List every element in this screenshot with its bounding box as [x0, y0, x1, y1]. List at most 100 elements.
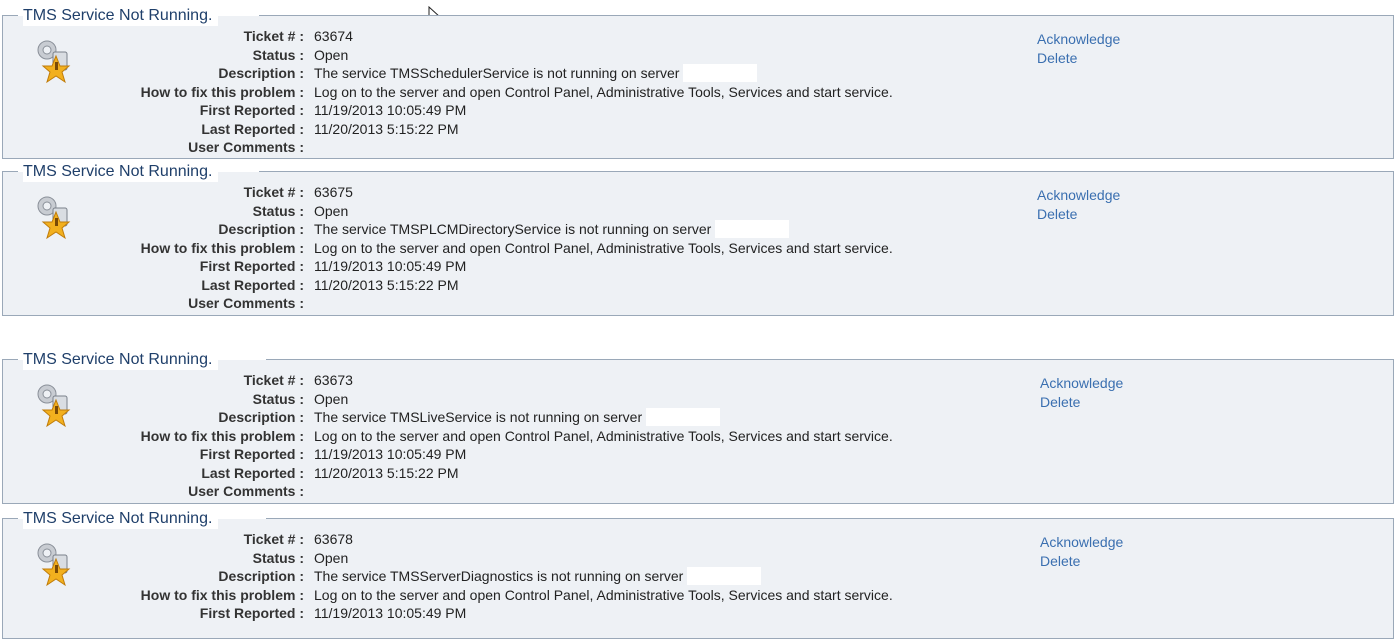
label-first-reported: First Reported : [199, 102, 304, 118]
ticket-first-reported: 11/19/2013 10:05:49 PM [314, 258, 467, 274]
divider [259, 15, 1394, 16]
label-how-to-fix: How to fix this problem : [140, 83, 304, 100]
label-user-comments: User Comments : [188, 139, 304, 155]
panel-header: TMS Service Not Running. [2, 350, 1394, 370]
label-ticket: Ticket # : [243, 372, 304, 388]
label-how-to-fix: How to fix this problem : [140, 239, 304, 256]
field-labels: Ticket # : Status : Description : How to… [3, 27, 304, 157]
field-values: 63675 Open The service TMSPLCMDirectoryS… [314, 183, 893, 313]
delete-link[interactable]: Delete [1040, 393, 1123, 412]
ticket-fix-instructions: Log on to the server and open Control Pa… [314, 586, 893, 603]
label-user-comments: User Comments : [188, 295, 304, 311]
divider [259, 171, 1394, 172]
acknowledge-link[interactable]: Acknowledge [1037, 30, 1120, 49]
ticket-number: 63678 [314, 531, 353, 547]
delete-link[interactable]: Delete [1040, 552, 1123, 571]
ticket-panel: TMS Service Not Running. Ticket # : Stat… [2, 509, 1394, 639]
ticket-description: The service TMSSchedulerService is not r… [314, 64, 893, 83]
label-status: Status : [252, 46, 304, 63]
ticket-fix-instructions: Log on to the server and open Control Pa… [314, 239, 893, 256]
redacted-server-name [715, 220, 790, 238]
ticket-number: 63673 [314, 372, 353, 388]
description-text: The service TMSLiveService is not runnin… [314, 409, 643, 425]
description-text: The service TMSPLCMDirectoryService is n… [314, 221, 712, 237]
label-last-reported: Last Reported : [201, 464, 304, 481]
ticket-first-reported: 11/19/2013 10:05:49 PM [314, 605, 467, 621]
ticket-description: The service TMSLiveService is not runnin… [314, 408, 893, 427]
panel-header: TMS Service Not Running. [2, 6, 1394, 26]
ticket-user-comments [314, 482, 893, 501]
delete-link[interactable]: Delete [1037, 49, 1120, 68]
ticket-status: Open [314, 202, 349, 219]
ticket-actions: Acknowledge Delete [1040, 533, 1123, 570]
divider [2, 359, 18, 360]
ticket-description: The service TMSServerDiagnostics is not … [314, 567, 893, 586]
field-values: 63678 Open The service TMSServerDiagnost… [314, 530, 893, 623]
ticket-last-reported: 11/20/2013 5:15:22 PM [314, 464, 459, 481]
label-description: Description : [218, 568, 304, 584]
ticket-title: TMS Service Not Running. [23, 509, 219, 529]
ticket-last-reported: 11/20/2013 5:15:22 PM [314, 120, 459, 137]
ticket-number: 63675 [314, 184, 353, 200]
field-labels: Ticket # : Status : Description : How to… [3, 530, 304, 623]
ticket-fix-instructions: Log on to the server and open Control Pa… [314, 83, 893, 100]
ticket-description: The service TMSPLCMDirectoryService is n… [314, 220, 893, 239]
panel-header: TMS Service Not Running. [2, 509, 1394, 529]
ticket-actions: Acknowledge Delete [1040, 374, 1123, 411]
label-last-reported: Last Reported : [201, 120, 304, 137]
ticket-panel: TMS Service Not Running. Ticket # : Stat… [2, 162, 1394, 316]
label-how-to-fix: How to fix this problem : [140, 586, 304, 603]
label-status: Status : [252, 549, 304, 566]
ticket-title: TMS Service Not Running. [23, 350, 219, 370]
label-user-comments: User Comments : [188, 483, 304, 499]
ticket-panel: TMS Service Not Running. Ticket # : Stat… [2, 6, 1394, 159]
label-description: Description : [218, 409, 304, 425]
ticket-first-reported: 11/19/2013 10:05:49 PM [314, 102, 467, 118]
ticket-user-comments [314, 294, 893, 313]
acknowledge-link[interactable]: Acknowledge [1040, 374, 1123, 393]
description-text: The service TMSSchedulerService is not r… [314, 65, 680, 81]
field-values: 63673 Open The service TMSLiveService is… [314, 371, 893, 501]
label-first-reported: First Reported : [199, 605, 304, 621]
field-values: 63674 Open The service TMSSchedulerServi… [314, 27, 893, 157]
label-ticket: Ticket # : [243, 531, 304, 547]
field-labels: Ticket # : Status : Description : How to… [3, 183, 304, 313]
redacted-server-name [646, 408, 721, 426]
ticket-title: TMS Service Not Running. [23, 162, 219, 182]
description-text: The service TMSServerDiagnostics is not … [314, 568, 684, 584]
divider [2, 171, 18, 172]
ticket-actions: Acknowledge Delete [1037, 30, 1120, 67]
divider [266, 518, 1394, 519]
label-status: Status : [252, 390, 304, 407]
label-status: Status : [252, 202, 304, 219]
redacted-server-name [683, 64, 758, 82]
ticket-last-reported: 11/20/2013 5:15:22 PM [314, 276, 459, 293]
field-labels: Ticket # : Status : Description : How to… [3, 371, 304, 501]
ticket-user-comments [314, 138, 893, 157]
ticket-status: Open [314, 549, 349, 566]
ticket-first-reported: 11/19/2013 10:05:49 PM [314, 446, 467, 462]
divider [2, 15, 18, 16]
ticket-fix-instructions: Log on to the server and open Control Pa… [314, 427, 893, 444]
ticket-title: TMS Service Not Running. [23, 6, 219, 26]
label-how-to-fix: How to fix this problem : [140, 427, 304, 444]
divider [2, 518, 18, 519]
redacted-server-name [687, 567, 762, 585]
ticket-actions: Acknowledge Delete [1037, 186, 1120, 223]
panel-header: TMS Service Not Running. [2, 162, 1394, 182]
label-first-reported: First Reported : [199, 446, 304, 462]
label-first-reported: First Reported : [199, 258, 304, 274]
ticket-status: Open [314, 390, 349, 407]
label-description: Description : [218, 65, 304, 81]
acknowledge-link[interactable]: Acknowledge [1037, 186, 1120, 205]
label-last-reported: Last Reported : [201, 276, 304, 293]
divider [266, 359, 1394, 360]
label-ticket: Ticket # : [243, 28, 304, 44]
ticket-number: 63674 [314, 28, 353, 44]
label-ticket: Ticket # : [243, 184, 304, 200]
ticket-status: Open [314, 46, 349, 63]
delete-link[interactable]: Delete [1037, 205, 1120, 224]
acknowledge-link[interactable]: Acknowledge [1040, 533, 1123, 552]
ticket-panel: TMS Service Not Running. Ticket # : Stat… [2, 350, 1394, 504]
label-description: Description : [218, 221, 304, 237]
